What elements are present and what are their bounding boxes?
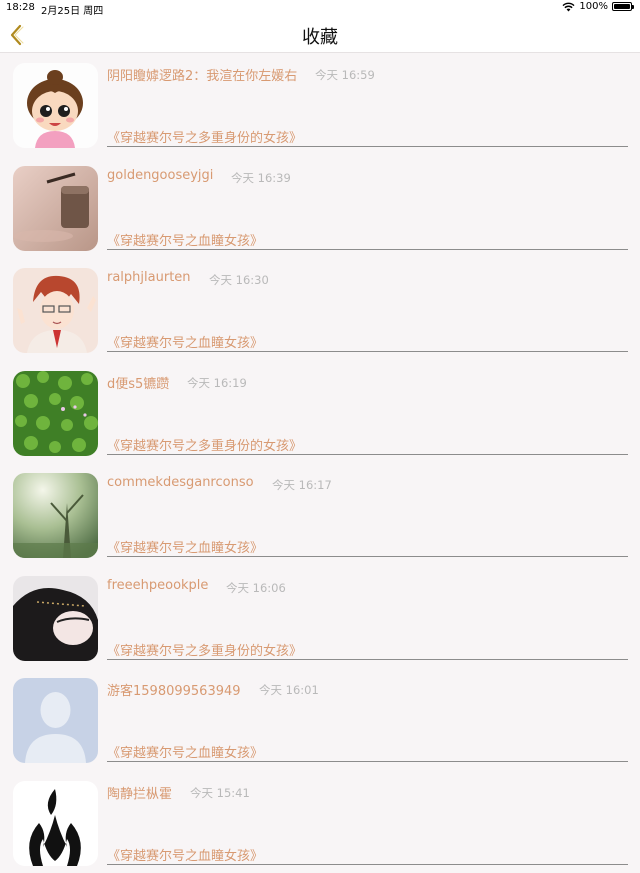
battery-percent: 100% xyxy=(579,1,608,12)
wifi-icon xyxy=(562,2,575,12)
user-name: goldengooseyjgi xyxy=(107,168,213,183)
user-name: d便s5镳躜 xyxy=(107,373,169,392)
girl-photo-avatar[interactable] xyxy=(13,576,98,661)
book-title[interactable]: 《穿越赛尔号之血瞳女孩》 xyxy=(107,230,263,249)
list-item[interactable]: 陶静拦枞霍 今天 15:41 《穿越赛尔号之血瞳女孩》 xyxy=(0,771,640,873)
list-item[interactable]: goldengooseyjgi 今天 16:39 《穿越赛尔号之血瞳女孩》 xyxy=(0,156,640,259)
item-time: 今天 16:01 xyxy=(259,682,319,698)
anime-boy-avatar[interactable] xyxy=(13,268,98,353)
item-time: 今天 16:19 xyxy=(187,375,247,391)
user-name: 陶静拦枞霍 xyxy=(107,783,172,802)
list-item[interactable]: 游客1598099563949 今天 16:01 《穿越赛尔号之血瞳女孩》 xyxy=(0,668,640,771)
user-name: commekdesganrconso xyxy=(107,475,254,490)
clover-field-avatar[interactable] xyxy=(13,371,98,456)
book-title[interactable]: 《穿越赛尔号之血瞳女孩》 xyxy=(107,537,263,556)
divider xyxy=(107,249,628,250)
item-time: 今天 16:30 xyxy=(209,272,269,288)
status-bar: 18:28 2月25日 周四 100% xyxy=(0,0,640,17)
book-title[interactable]: 《穿越赛尔号之血瞳女孩》 xyxy=(107,332,263,351)
status-time: 18:28 xyxy=(6,2,35,13)
page-title: 收藏 xyxy=(0,23,640,49)
list-item[interactable]: ralphjlaurten 今天 16:30 《穿越赛尔号之血瞳女孩》 xyxy=(0,258,640,361)
battery-icon xyxy=(612,2,632,11)
user-name: ralphjlaurten xyxy=(107,270,191,285)
book-title[interactable]: 《穿越赛尔号之血瞳女孩》 xyxy=(107,742,263,761)
status-date: 2月25日 周四 xyxy=(41,2,103,17)
user-name: 游客1598099563949 xyxy=(107,680,241,699)
default-user-avatar[interactable] xyxy=(13,678,98,763)
list-item[interactable]: 阴阳矎嫭逻路2：我渲在你左媛右 今天 16:59 《穿越赛尔号之多重身份的女孩》 xyxy=(0,53,640,156)
item-time: 今天 16:59 xyxy=(315,67,375,83)
item-time: 今天 16:39 xyxy=(231,170,291,186)
book-title[interactable]: 《穿越赛尔号之多重身份的女孩》 xyxy=(107,640,302,659)
item-time: 今天 15:41 xyxy=(190,785,250,801)
divider xyxy=(107,761,628,762)
book-title[interactable]: 《穿越赛尔号之血瞳女孩》 xyxy=(107,845,263,864)
divider xyxy=(107,864,628,865)
user-name: 阴阳矎嫭逻路2：我渲在你左媛右 xyxy=(107,65,297,84)
divider xyxy=(107,556,628,557)
user-name: freeehpeookple xyxy=(107,578,208,593)
list-item[interactable]: commekdesganrconso 今天 16:17 《穿越赛尔号之血瞳女孩》 xyxy=(0,463,640,566)
divider xyxy=(107,351,628,352)
list-item[interactable]: d便s5镳躜 今天 16:19 《穿越赛尔号之多重身份的女孩》 xyxy=(0,361,640,464)
divider xyxy=(107,454,628,455)
item-time: 今天 16:17 xyxy=(272,477,332,493)
book-title[interactable]: 《穿越赛尔号之多重身份的女孩》 xyxy=(107,435,302,454)
divider xyxy=(107,146,628,147)
status-right: 100% xyxy=(562,1,632,12)
list-item[interactable]: freeehpeookple 今天 16:06 《穿越赛尔号之多重身份的女孩》 xyxy=(0,566,640,669)
cartoon-girl-avatar[interactable] xyxy=(13,63,98,148)
forest-light-avatar[interactable] xyxy=(13,473,98,558)
item-time: 今天 16:06 xyxy=(226,580,286,596)
divider xyxy=(107,659,628,660)
nav-bar: 收藏 xyxy=(0,17,640,53)
book-title[interactable]: 《穿越赛尔号之多重身份的女孩》 xyxy=(107,127,302,146)
coffee-cup-avatar[interactable] xyxy=(13,166,98,251)
favorites-list: 阴阳矎嫭逻路2：我渲在你左媛右 今天 16:59 《穿越赛尔号之多重身份的女孩》… xyxy=(0,53,640,873)
